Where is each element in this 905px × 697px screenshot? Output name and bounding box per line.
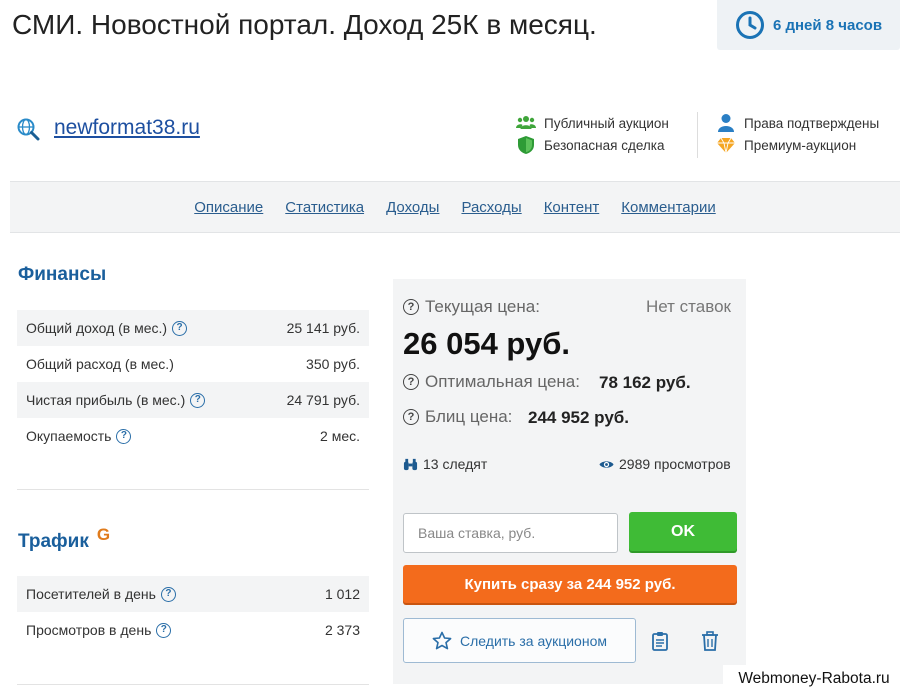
follow-label: Следить за аукционом <box>460 632 607 649</box>
row-label: Общий расход (в мес.) <box>26 356 174 372</box>
clipboard-icon[interactable] <box>651 631 669 651</box>
current-price-label: ? Текущая цена: <box>403 297 540 317</box>
diamond-icon <box>717 137 735 154</box>
traffic-row-pageviews: Просмотров в день? 2 373 <box>17 612 369 648</box>
traffic-heading-text: Трафик <box>18 531 89 552</box>
row-value: 25 141 руб. <box>286 320 360 336</box>
current-price-label-text: Текущая цена: <box>425 297 540 316</box>
eye-icon <box>599 460 614 468</box>
shield-icon <box>518 136 534 154</box>
finance-row-expense: Общий расход (в мес.) 350 руб. <box>17 346 369 382</box>
help-icon[interactable]: ? <box>403 374 419 390</box>
nav-item-statistics[interactable]: Статистика <box>285 199 364 216</box>
user-icon <box>718 114 734 132</box>
watchers-text: 13 следят <box>423 456 488 472</box>
row-value: 2 мес. <box>320 428 360 444</box>
help-icon[interactable]: ? <box>172 320 188 336</box>
row-label: Общий доход (в мес.) <box>26 320 168 336</box>
feature-rights-confirmed: Права подтверждены <box>716 113 879 133</box>
trash-icon[interactable] <box>701 631 719 651</box>
blitz-price-label: ? Блиц цена: <box>403 407 512 427</box>
nav-item-comments[interactable]: Комментарии <box>621 199 715 216</box>
timer-text: 6 дней 8 часов <box>772 16 883 34</box>
help-icon[interactable]: ? <box>116 428 132 444</box>
help-icon[interactable]: ? <box>403 409 419 425</box>
help-icon[interactable]: ? <box>156 622 172 638</box>
row-label: Просмотров в день <box>26 622 152 638</box>
divider <box>17 489 369 490</box>
finance-row-payback: Окупаемость? 2 мес. <box>17 418 369 454</box>
google-badge-icon: G <box>96 525 111 544</box>
section-nav: Описание Статистика Доходы Расходы Конте… <box>10 181 900 233</box>
row-value: 350 руб. <box>306 356 360 372</box>
users-icon <box>516 116 536 129</box>
divider <box>697 112 698 158</box>
follow-auction-button[interactable]: Следить за аукционом <box>403 618 636 663</box>
binoculars-icon <box>403 458 418 470</box>
finance-row-profit: Чистая прибыль (в мес.)? 24 791 руб. <box>17 382 369 418</box>
ok-button[interactable]: OK <box>629 512 737 551</box>
nav-item-expenses[interactable]: Расходы <box>461 199 521 216</box>
current-price-value: 26 054 руб. <box>403 326 570 361</box>
feature-safe-deal: Безопасная сделка <box>516 135 665 155</box>
row-value: 24 791 руб. <box>286 392 360 408</box>
optimal-price-label: ? Оптимальная цена: <box>403 372 580 392</box>
blitz-price-label-text: Блиц цена: <box>425 407 513 426</box>
star-icon <box>432 631 452 649</box>
views-count: 2989 просмотров <box>599 456 731 472</box>
optimal-price-label-text: Оптимальная цена: <box>425 372 580 391</box>
buy-now-button[interactable]: Купить сразу за 244 952 руб. <box>403 565 737 603</box>
row-label: Посетителей в день <box>26 586 156 602</box>
finance-heading: Финансы <box>18 264 107 285</box>
site-domain-link[interactable]: newformat38.ru <box>54 116 200 140</box>
finance-row-income: Общий доход (в мес.)? 25 141 руб. <box>17 310 369 346</box>
auction-timer: 6 дней 8 часов <box>717 0 900 50</box>
nav-item-income[interactable]: Доходы <box>386 199 439 216</box>
clock-icon <box>735 11 764 39</box>
help-icon[interactable]: ? <box>190 392 206 408</box>
row-value: 1 012 <box>324 586 360 602</box>
feature-label: Публичный аукцион <box>544 115 669 131</box>
nav-item-description[interactable]: Описание <box>194 199 263 216</box>
no-bids-text: Нет ставок <box>646 297 731 316</box>
row-label: Чистая прибыль (в мес.) <box>26 392 186 408</box>
views-text: 2989 просмотров <box>619 456 731 472</box>
feature-label: Права подтверждены <box>744 115 880 131</box>
feature-premium-auction: Премиум-аукцион <box>716 135 856 155</box>
feature-public-auction: Публичный аукцион <box>516 113 669 133</box>
row-value: 2 373 <box>324 622 360 638</box>
feature-label: Безопасная сделка <box>544 137 665 153</box>
row-label: Окупаемость <box>26 428 112 444</box>
globe-search-icon <box>17 118 40 141</box>
divider <box>17 684 369 685</box>
blitz-price-value: 244 952 руб. <box>528 408 630 427</box>
nav-item-content[interactable]: Контент <box>544 199 600 216</box>
optimal-price-value: 78 162 руб. <box>599 373 691 392</box>
watermark: Webmoney-Rabota.ru <box>723 665 905 693</box>
traffic-heading: Трафик G <box>18 525 110 553</box>
help-icon[interactable]: ? <box>160 586 176 602</box>
help-icon[interactable]: ? <box>403 299 419 315</box>
watchers-count: 13 следят <box>403 456 487 472</box>
feature-label: Премиум-аукцион <box>744 137 857 153</box>
traffic-row-visitors: Посетителей в день? 1 012 <box>17 576 369 612</box>
page-title: СМИ. Новостной портал. Доход 25К в месяц… <box>12 9 597 40</box>
bid-input[interactable] <box>403 513 618 553</box>
